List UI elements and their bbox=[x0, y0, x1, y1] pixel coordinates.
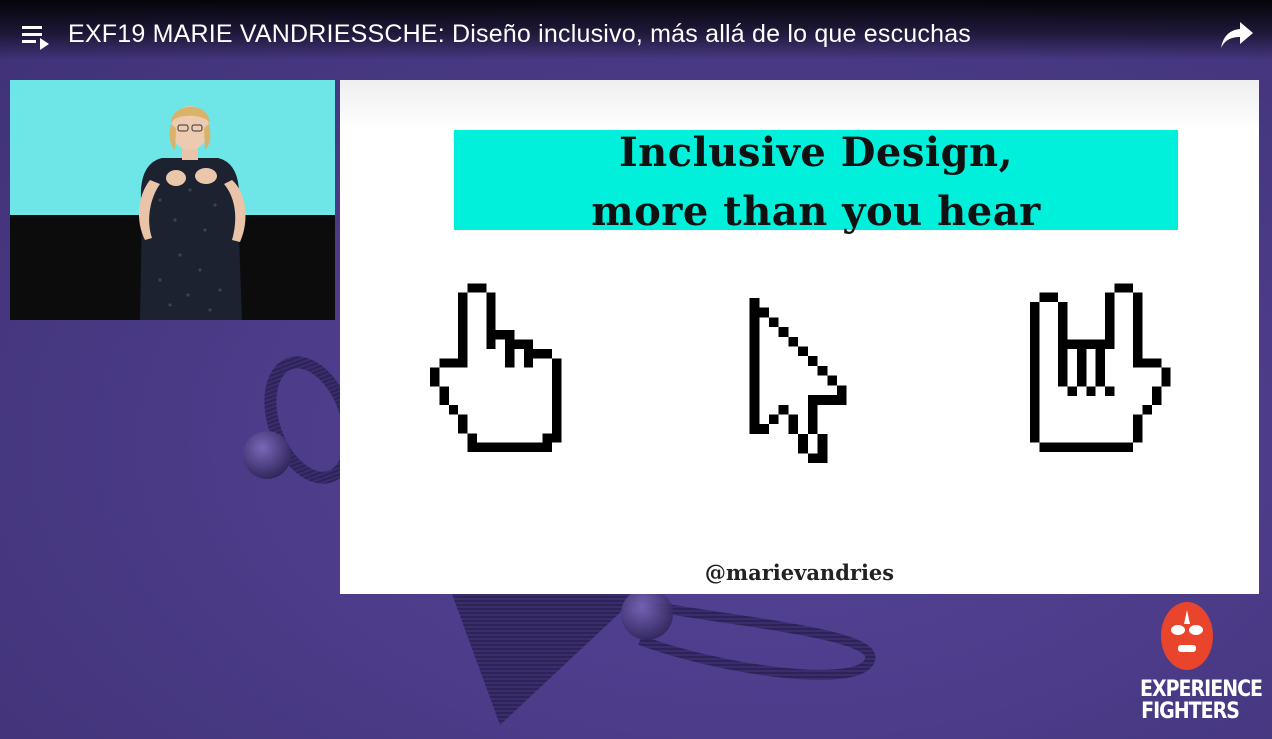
experience-fighters-logo: EXPERIENCE FIGHTERS bbox=[1140, 600, 1263, 735]
rock-hand-cursor-icon bbox=[1030, 283, 1171, 452]
arrow-cursor-icon bbox=[749, 298, 847, 463]
slide-title-banner: Inclusive Design, more than you hear bbox=[454, 129, 1178, 235]
player-top-bar: EXF19 MARIE VANDRIESSCHE: Diseño inclusi… bbox=[0, 0, 1272, 60]
pointing-hand-cursor-icon bbox=[430, 283, 562, 452]
slide-title-line-1: Inclusive Design, bbox=[618, 129, 1014, 176]
video-stage[interactable]: Inclusive Design, more than you hear @ma… bbox=[0, 0, 1272, 739]
presentation-slide: Inclusive Design, more than you hear @ma… bbox=[340, 80, 1259, 594]
playlist-icon[interactable] bbox=[22, 24, 52, 50]
slide-twitter-handle: @marievandries bbox=[704, 560, 895, 585]
sign-language-interpreter-video bbox=[10, 80, 335, 320]
logo-text-line-2: FIGHTERS bbox=[1141, 698, 1240, 724]
video-title[interactable]: EXF19 MARIE VANDRIESSCHE: Diseño inclusi… bbox=[68, 20, 971, 49]
slide-title-line-2: more than you hear bbox=[591, 188, 1041, 235]
share-icon[interactable] bbox=[1220, 20, 1254, 50]
interpreter-figure bbox=[10, 80, 335, 320]
luchador-mask-icon bbox=[1161, 602, 1213, 670]
